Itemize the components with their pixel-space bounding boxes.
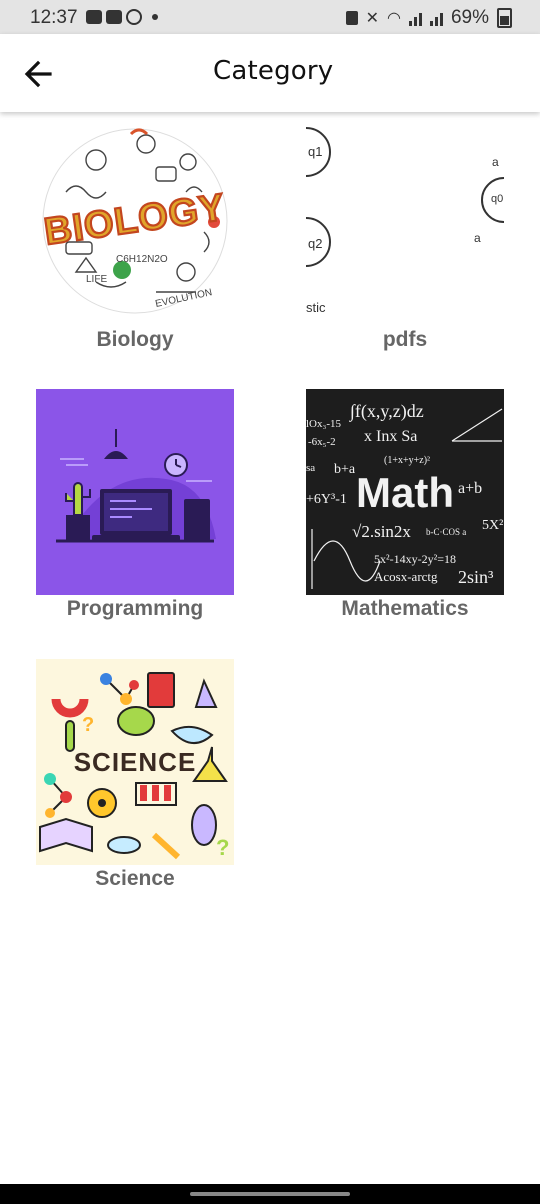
svg-text:a+b: a+b <box>458 480 482 497</box>
svg-text:a: a <box>492 155 499 169</box>
more-notifications-icon <box>152 14 158 20</box>
svg-text:LIFE: LIFE <box>86 274 107 285</box>
page-title: Category <box>213 56 334 86</box>
svg-text:a: a <box>474 231 481 245</box>
svg-text:-6x₅-2: -6x₅-2 <box>308 436 336 448</box>
category-label: Science <box>95 867 175 890</box>
science-image: SCIENCE ? ? <box>36 659 234 865</box>
category-biology[interactable]: BIOLOGY C6H12N2O EVOLUTION LIFE Biology <box>0 112 270 362</box>
status-notification-icons <box>86 9 158 25</box>
app-bar: Category <box>0 34 540 112</box>
svg-text:?: ? <box>216 835 229 860</box>
svg-text:Math: Math <box>356 469 454 516</box>
svg-text:5x²-14xy-2y²=18: 5x²-14xy-2y²=18 <box>374 552 456 566</box>
youtube-icon <box>106 10 122 24</box>
category-mathematics[interactable]: ∫f(x,y,z)dz lOx₃-15 -6x₅-2 x Inx Sa sa b… <box>270 385 540 635</box>
category-label: Biology <box>96 328 174 351</box>
svg-text:q2: q2 <box>308 236 322 251</box>
svg-text:b-C·COS a: b-C·COS a <box>426 527 466 537</box>
svg-text:q1: q1 <box>308 144 322 159</box>
svg-text:5X²: 5X² <box>482 518 503 533</box>
gallery-icon <box>86 10 102 24</box>
category-label: pdfs <box>382 328 428 351</box>
home-gesture-handle[interactable] <box>190 1192 350 1196</box>
svg-text:b+a: b+a <box>334 462 356 477</box>
category-label: Mathematics <box>341 597 469 620</box>
battery-percent: 69% <box>450 7 489 28</box>
wifi-icon: ◠ <box>387 10 401 27</box>
back-button[interactable] <box>18 54 58 94</box>
battery-icon <box>497 8 512 28</box>
status-bar: 12:37 ✕ ◠ 69% <box>0 0 540 34</box>
svg-text:C6H12N2O: C6H12N2O <box>116 254 168 265</box>
programming-image <box>36 389 234 595</box>
svg-text:sa: sa <box>306 462 315 474</box>
svg-text:lOx₃-15: lOx₃-15 <box>306 418 341 430</box>
mathematics-image: ∫f(x,y,z)dz lOx₃-15 -6x₅-2 x Inx Sa sa b… <box>306 389 504 595</box>
biology-image: BIOLOGY C6H12N2O EVOLUTION LIFE <box>36 122 234 320</box>
mute-icon: ✕ <box>365 10 379 27</box>
svg-text:?: ? <box>82 714 94 736</box>
svg-text:q0: q0 <box>491 193 503 205</box>
signal-icon <box>408 10 422 26</box>
category-science[interactable]: SCIENCE ? ? Science <box>0 655 270 905</box>
svg-text:2sin³: 2sin³ <box>458 567 494 587</box>
whatsapp-icon <box>126 9 142 25</box>
category-pdfs[interactable]: q1 q2 stic q0 a a pdfs <box>270 112 540 362</box>
status-time: 12:37 <box>30 7 78 28</box>
svg-text:Acosx-arctg: Acosx-arctg <box>374 569 438 584</box>
signal-icon-2 <box>429 10 443 26</box>
svg-text:stic: stic <box>306 300 326 315</box>
category-programming[interactable]: Programming <box>0 385 270 635</box>
arrow-left-icon <box>24 60 52 88</box>
svg-text:(1+x+y+z)²: (1+x+y+z)² <box>384 455 430 466</box>
svg-text:x Inx Sa: x Inx Sa <box>364 428 417 445</box>
status-right: ✕ ◠ 69% <box>345 7 512 29</box>
svg-text:+6Y³-1: +6Y³-1 <box>306 492 347 507</box>
category-label: Programming <box>66 597 204 620</box>
pdfs-image: q1 q2 stic q0 a a <box>306 122 504 320</box>
lock-icon <box>345 11 358 25</box>
svg-text:SCIENCE: SCIENCE <box>74 747 197 777</box>
system-navigation-bar <box>0 1184 540 1204</box>
svg-text:√2.sin2x: √2.sin2x <box>352 522 411 541</box>
svg-text:∫f(x,y,z)dz: ∫f(x,y,z)dz <box>349 401 424 422</box>
